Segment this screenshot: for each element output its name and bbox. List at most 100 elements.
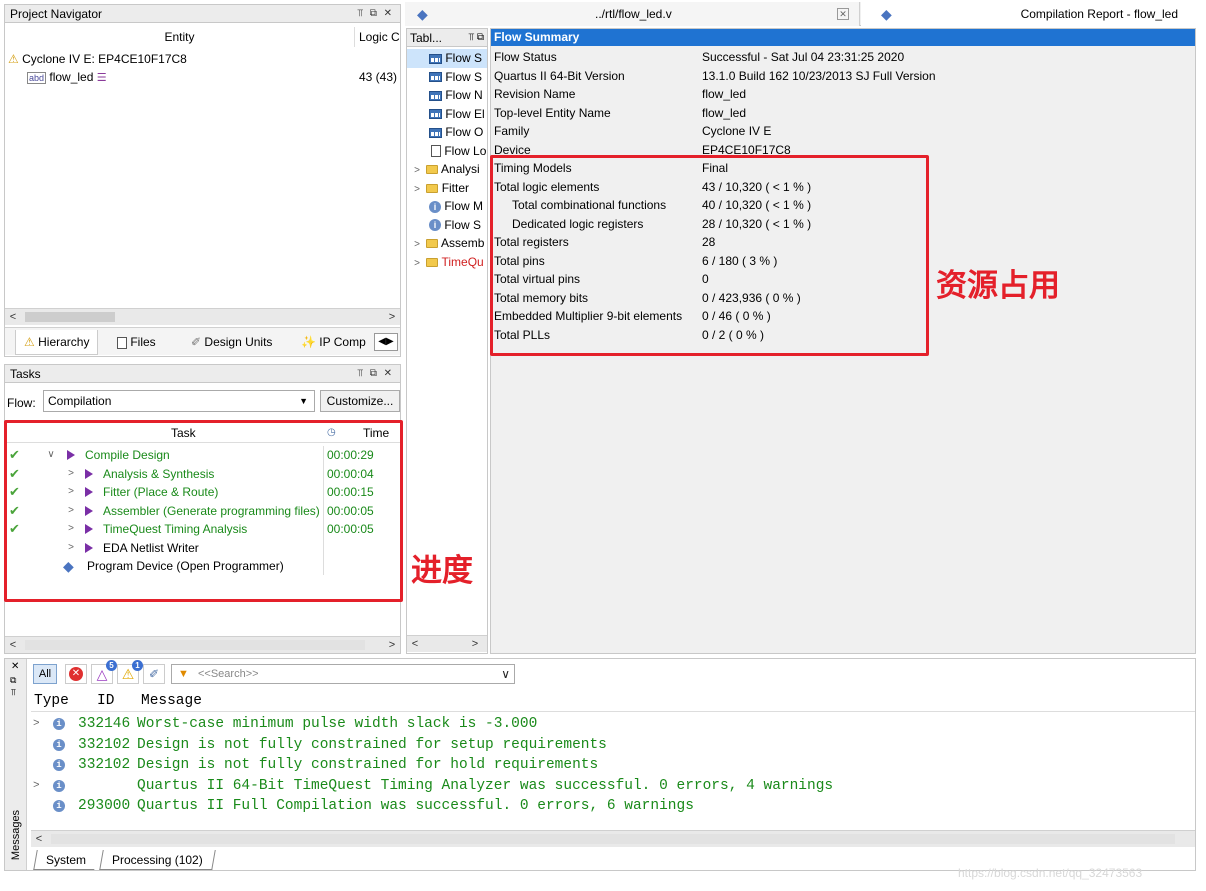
files-tab-icon (117, 336, 127, 349)
report-diamond-icon: ◆ (881, 6, 892, 22)
scroll-left-icon[interactable]: < (31, 831, 47, 847)
summary-key: Family (494, 124, 530, 138)
panel-controls-icon[interactable]: ⫪ ⧉ ✕ (357, 5, 394, 23)
tab-processing[interactable]: Processing (102) (99, 850, 216, 870)
chevron-right-icon[interactable]: > (33, 714, 40, 735)
toc-item[interactable]: Flow O (407, 123, 487, 142)
toc-item[interactable]: Flow El (407, 105, 487, 124)
tab-system-label: System (46, 853, 87, 867)
tab-flow-led-v[interactable]: ◆ ../rtl/flow_led.v ✕ (405, 2, 860, 26)
toc-controls-icon[interactable]: ⫪ ⧉ (468, 29, 484, 47)
entity-column-header[interactable]: Entity (5, 27, 355, 47)
messages-float-icon[interactable]: ⧉ (10, 675, 16, 686)
messages-hscrollbar[interactable]: < (31, 830, 1195, 847)
tab-system[interactable]: System (33, 850, 98, 870)
scroll-left-icon[interactable]: < (407, 636, 423, 652)
critical-warning-count: 5 (106, 660, 117, 671)
logic-column-header[interactable]: Logic C (357, 27, 401, 47)
filter-all-button[interactable]: All (33, 664, 57, 684)
report-toc-title: Tabl... (410, 31, 443, 45)
device-name: Cyclone IV E: EP4CE10F17C8 (22, 52, 187, 66)
scroll-right-icon[interactable]: > (467, 636, 483, 652)
messages-pin-icon[interactable]: ⫪ (11, 687, 16, 698)
tab-compilation-report[interactable]: ◆ Compilation Report - flow_led (861, 2, 1196, 26)
toc-item[interactable]: Flow N (407, 86, 487, 105)
summary-key: Flow Status (494, 50, 557, 64)
project-navigator-header: Project Navigator ⫪ ⧉ ✕ (5, 5, 400, 23)
tasks-panel-controls-icon[interactable]: ⫪ ⧉ ✕ (357, 365, 394, 383)
resources-highlight-box (490, 155, 929, 356)
filter-errors-button[interactable]: ✕ (65, 664, 87, 684)
close-tab-icon[interactable]: ✕ (837, 8, 849, 20)
filter-warnings-button[interactable]: ⚠ 1 (117, 660, 143, 684)
chevron-right-icon[interactable]: > (411, 255, 423, 274)
toc-item[interactable]: Flow Lo (407, 142, 487, 161)
toc-item-label: Flow N (445, 88, 483, 102)
folder-icon (426, 165, 439, 175)
scroll-thumb[interactable] (25, 640, 365, 650)
device-row[interactable]: ⚠ Cyclone IV E: EP4CE10F17C8 (8, 50, 187, 68)
tab-design-units-label: Design Units (204, 335, 273, 349)
scroll-right-icon[interactable]: > (384, 637, 400, 653)
messages-close-icon[interactable]: ✕ (11, 661, 19, 672)
toc-hscrollbar[interactable]: < > (407, 635, 487, 652)
toc-item[interactable]: i Flow S (407, 216, 487, 235)
message-search-field[interactable]: ▼ <<Search>> ∨ (171, 664, 515, 684)
table-icon (429, 72, 442, 83)
message-text: Worst-case minimum pulse width slack is … (137, 716, 538, 732)
file-tab-label: ../rtl/flow_led.v (595, 7, 672, 21)
toc-item[interactable]: i Flow M (407, 197, 487, 216)
message-row[interactable]: > i Quartus II 64-Bit TimeQuest Timing A… (31, 776, 1195, 797)
chevron-right-icon[interactable]: > (33, 776, 40, 797)
summary-row: Family Cyclone IV E (491, 122, 1195, 141)
flow-select[interactable]: Compilation ▼ (43, 390, 315, 412)
filter-critical-warnings-button[interactable]: △ 5 (91, 660, 117, 684)
toc-item[interactable]: > Fitter (407, 179, 487, 198)
scroll-left-icon[interactable]: < (5, 309, 21, 325)
toc-item[interactable]: > Assemb (407, 234, 487, 253)
message-row[interactable]: i 332102 Design is not fully constrained… (31, 755, 1195, 776)
folder-icon (426, 257, 439, 267)
toc-item-label: Flow S (445, 69, 483, 84)
message-id: 332146 (78, 716, 131, 732)
tab-scroll-buttons[interactable]: ◀▶ (374, 333, 398, 351)
summary-row: Quartus II 64-Bit Version 13.1.0 Build 16… (491, 67, 1195, 86)
chevron-down-icon[interactable]: ∨ (501, 665, 510, 683)
scroll-thumb[interactable] (25, 312, 115, 322)
filter-suppressed-button[interactable]: ✐ (143, 664, 165, 684)
tab-design-units[interactable]: ✐ Design Units (191, 330, 272, 354)
toc-item[interactable]: > TimeQu (407, 253, 487, 272)
navigator-hscrollbar[interactable]: < > (5, 308, 400, 325)
navigator-tabbar: ⚠ Hierarchy Files ✐ Design Units ✨ IP Co… (5, 327, 400, 355)
toc-item[interactable]: > Analysi (407, 160, 487, 179)
customize-button[interactable]: Customize... (320, 390, 400, 412)
summary-value: 13.1.0 Build 162 10/23/2013 SJ Full Vers… (702, 68, 936, 83)
message-text: Quartus II Full Compilation was successf… (137, 798, 694, 814)
flow-summary-title: Flow Summary (494, 30, 580, 44)
scroll-right-icon[interactable]: > (384, 309, 400, 325)
tab-ip-components[interactable]: ✨ IP Comp (301, 330, 366, 354)
top-entity-row[interactable]: abd flow_led ☰ (27, 68, 107, 86)
scroll-left-icon[interactable]: < (5, 637, 21, 653)
scroll-thumb[interactable] (51, 834, 1175, 844)
project-navigator-title: Project Navigator (10, 7, 103, 21)
messages-header: Type ID Message (31, 691, 1195, 712)
message-id: 332102 (78, 757, 131, 773)
summary-row: Flow Status Successful - Sat Jul 04 23:31… (491, 48, 1195, 67)
hierarchy-icon: ☰ (96, 72, 107, 84)
tab-files[interactable]: Files (117, 330, 156, 354)
flow-summary-header: Flow Summary (491, 29, 1195, 46)
toc-item-label: Flow M (444, 199, 484, 213)
table-icon (429, 109, 442, 120)
message-row[interactable]: i 293000 Quartus II Full Compilation was… (31, 796, 1195, 817)
message-row[interactable]: > i 332146 Worst-case minimum pulse widt… (31, 714, 1195, 735)
toc-item[interactable]: Flow S (407, 49, 487, 68)
toc-item[interactable]: Flow S (407, 68, 487, 87)
warning-count: 1 (132, 660, 143, 671)
tasks-hscrollbar[interactable]: < > (5, 636, 400, 653)
message-row[interactable]: i 332102 Design is not fully constrained… (31, 735, 1195, 756)
tasks-title: Tasks (10, 367, 41, 381)
verilog-diamond-icon: ◆ (417, 6, 428, 22)
tab-hierarchy[interactable]: ⚠ Hierarchy (15, 330, 99, 355)
top-entity-name: flow_led (49, 70, 94, 84)
